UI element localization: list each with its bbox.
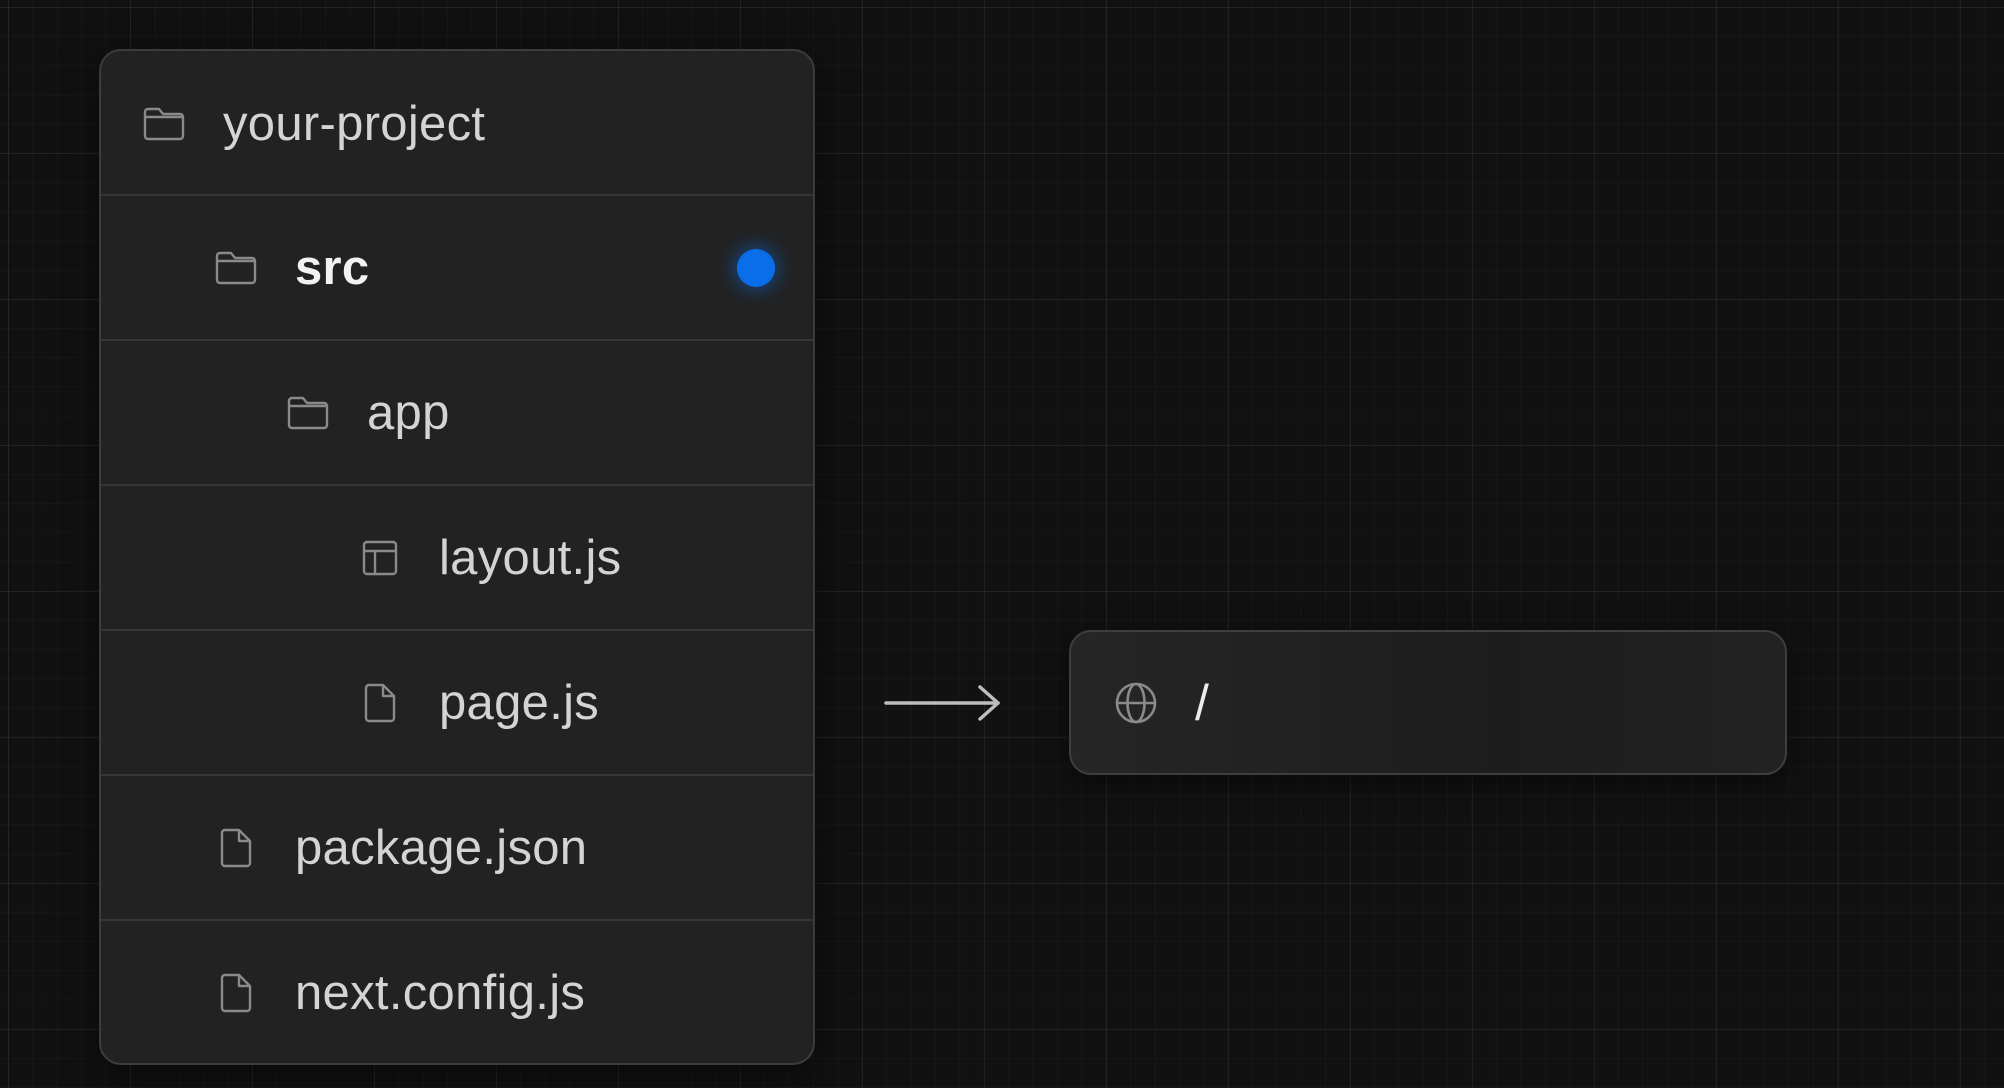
url-path: / [1195,674,1209,731]
tree-row-layout-js[interactable]: layout.js [101,484,813,629]
layout-icon [357,535,403,581]
tree-row-next-config-js[interactable]: next.config.js [101,919,813,1063]
tree-row-package-json[interactable]: package.json [101,774,813,919]
folder-icon [141,101,187,147]
tree-row-page-js[interactable]: page.js [101,629,813,774]
globe-icon [1115,682,1157,723]
active-indicator-dot [737,248,775,287]
folder-icon [213,245,259,291]
tree-item-label: app [367,385,450,440]
tree-item-label: package.json [295,820,588,875]
tree-item-label: page.js [439,675,600,730]
tree-item-label: next.config.js [295,965,586,1020]
tree-row-your-project[interactable]: your-project [101,51,813,196]
tree-row-app[interactable]: app [101,339,813,484]
tree-item-label: layout.js [439,530,622,585]
arrow-right-icon [884,685,1000,721]
tree-item-label: your-project [223,96,486,151]
file-icon [213,970,259,1016]
url-bar[interactable]: / [1069,630,1787,775]
tree-item-label: src [295,240,370,295]
file-tree: your-project src app layout.js page.js p… [99,49,815,1065]
folder-icon [285,390,331,436]
tree-row-src[interactable]: src [101,194,813,339]
file-icon [213,825,259,871]
file-icon [357,680,403,726]
